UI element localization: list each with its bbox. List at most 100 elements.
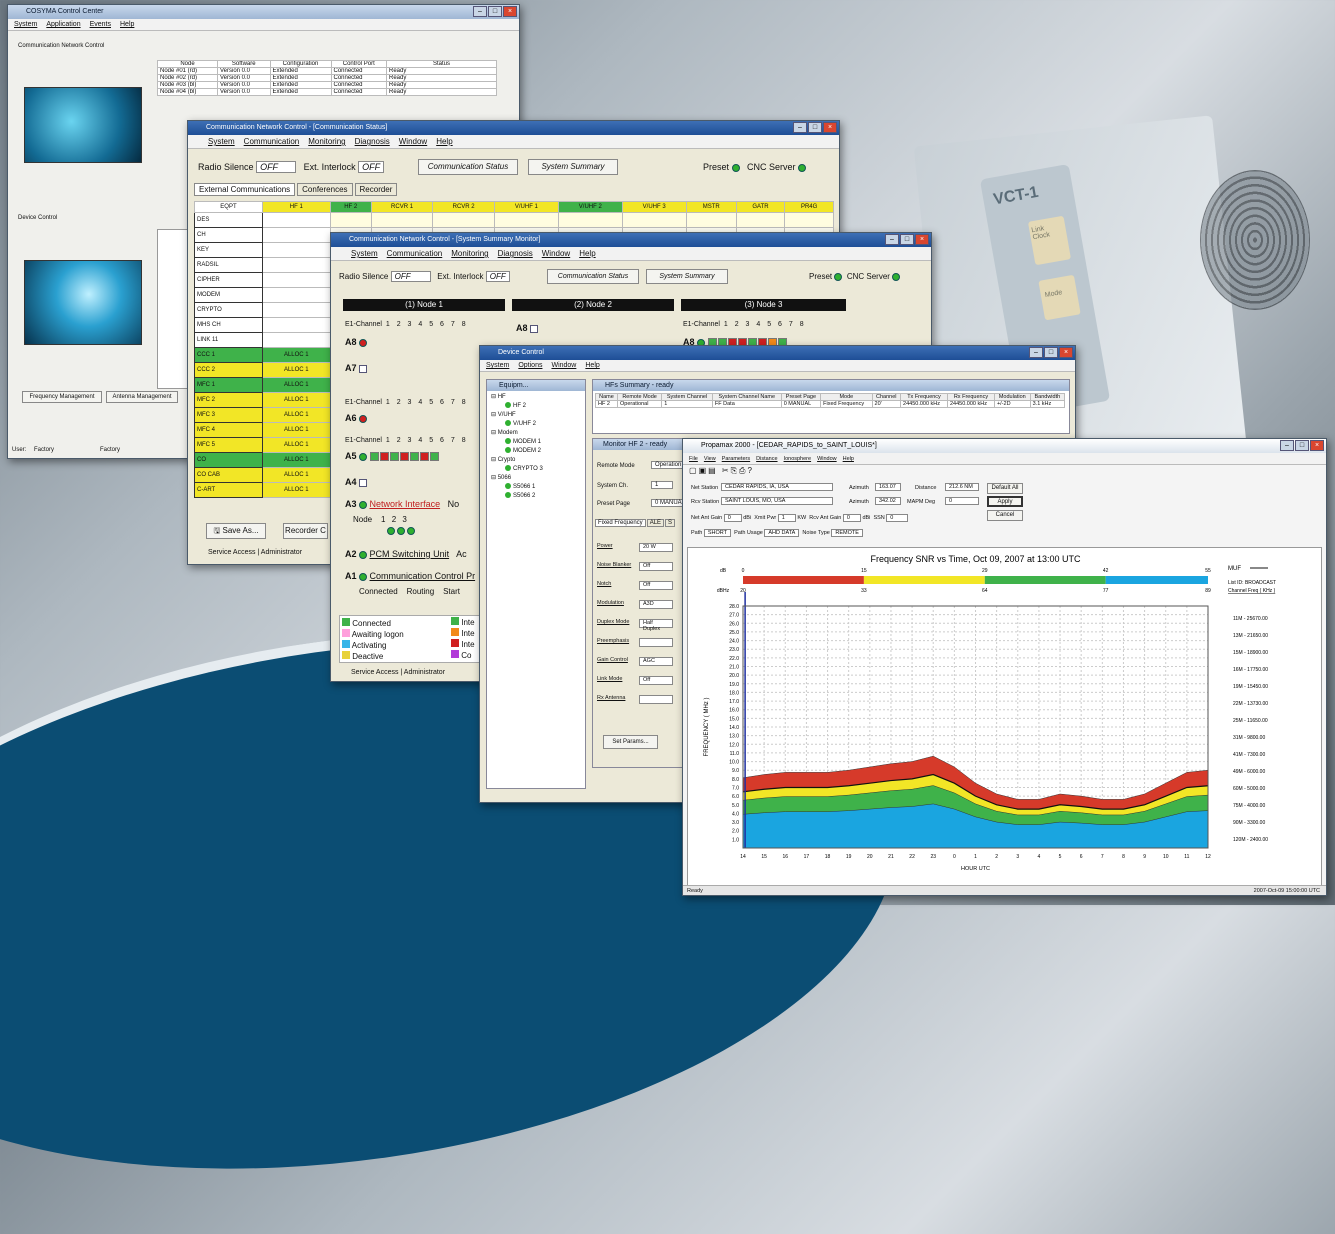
- table-row[interactable]: HF 2 Operational 1 FF Data 0 MANUAL Fixed Fre…: [595, 400, 1066, 408]
- maximize-button[interactable]: □: [1044, 347, 1058, 358]
- radio-silence-field[interactable]: OFF: [256, 161, 297, 173]
- node2-header[interactable]: (2) Node 2: [512, 299, 674, 311]
- menu-options[interactable]: Options: [518, 360, 542, 371]
- eqpt-col[interactable]: RCVR 1: [370, 201, 434, 213]
- menu-help[interactable]: Help: [843, 453, 854, 464]
- distance-field[interactable]: 212.6 NM: [945, 483, 979, 491]
- remote-mode-field[interactable]: Operation: [651, 461, 686, 469]
- propamax-window[interactable]: Propamax 2000 - [CEDAR_RAPIDS_to_SAINT_L…: [682, 438, 1327, 896]
- tree-item[interactable]: S5066 2: [491, 492, 581, 501]
- field-value[interactable]: AGC: [639, 657, 673, 666]
- copy-icon[interactable]: ⎘: [731, 466, 739, 475]
- field-value[interactable]: Off: [639, 676, 673, 685]
- tree-item[interactable]: MODEM 1: [491, 438, 581, 447]
- menu-communication[interactable]: Communication: [244, 135, 300, 148]
- hfs-col[interactable]: Modulation: [993, 393, 1031, 401]
- maximize-button[interactable]: □: [808, 122, 822, 133]
- tree-item[interactable]: HF 2: [491, 402, 581, 411]
- hfs-col[interactable]: Mode: [820, 393, 873, 401]
- hfs-col[interactable]: System Channel Name: [711, 393, 782, 401]
- net-station-field[interactable]: CEDAR RAPIDS, IA, USA: [721, 483, 833, 491]
- minimize-button[interactable]: –: [885, 234, 899, 245]
- minimize-button[interactable]: –: [1029, 347, 1043, 358]
- path-usage-select[interactable]: AHD DATA: [764, 529, 800, 537]
- menu-window[interactable]: Window: [551, 360, 576, 371]
- node1-header[interactable]: (1) Node 1: [343, 299, 505, 311]
- xmit-field[interactable]: 1: [777, 514, 796, 522]
- a8-box[interactable]: [530, 324, 539, 333]
- table-row[interactable]: Node #02 (rd) Version 0.0 Extended Connecte…: [157, 74, 497, 82]
- menu-system[interactable]: System: [486, 360, 509, 371]
- tree-item[interactable]: MODEM 2: [491, 447, 581, 456]
- hfs-col[interactable]: Name: [595, 393, 618, 401]
- field-value[interactable]: Off: [639, 562, 673, 571]
- cosyma-titlebar[interactable]: COSYMA Control Center – □ ×: [8, 5, 519, 19]
- communication-status-button[interactable]: Communication Status: [547, 269, 639, 284]
- col-config[interactable]: Configuration: [269, 60, 332, 68]
- a5-lamp[interactable]: [359, 452, 368, 461]
- tab-recorder[interactable]: Recorder: [354, 183, 398, 196]
- net-ant-field[interactable]: 0: [723, 514, 742, 522]
- hfs-col[interactable]: Channel: [871, 393, 902, 401]
- eqpt-col[interactable]: V/UHF 2: [557, 201, 623, 213]
- menu-help[interactable]: Help: [120, 19, 134, 30]
- hfs-col[interactable]: Bandwidth: [1029, 393, 1066, 401]
- cancel-button[interactable]: Cancel: [987, 510, 1023, 521]
- eqpt-col[interactable]: V/UHF 3: [621, 201, 687, 213]
- close-button[interactable]: ×: [915, 234, 929, 245]
- menu-events[interactable]: Events: [90, 19, 111, 30]
- menu-monitoring[interactable]: Monitoring: [308, 135, 345, 148]
- antenna-management-button[interactable]: Antenna Management: [106, 391, 178, 403]
- comm-status-titlebar[interactable]: Communication Network Control - [Communi…: [188, 121, 839, 135]
- hfs-col[interactable]: Remote Mode: [616, 393, 663, 401]
- monitor-titlebar[interactable]: Monitor HF 2 - ready: [593, 439, 691, 450]
- table-row[interactable]: DES: [194, 212, 834, 228]
- eqpt-col[interactable]: MSTR: [685, 201, 737, 213]
- menu-system[interactable]: System: [351, 247, 378, 260]
- noise-type-select[interactable]: REMOTE: [831, 529, 863, 537]
- device-titlebar[interactable]: Device Control – □ ×: [480, 346, 1075, 360]
- tab-external[interactable]: External Communications: [194, 183, 296, 196]
- default-all-button[interactable]: Default All: [987, 483, 1023, 494]
- hfs-col[interactable]: Tx Frequency: [900, 393, 948, 401]
- save-icon[interactable]: ▤: [708, 466, 718, 475]
- col-node[interactable]: Node: [157, 60, 218, 68]
- minimize-button[interactable]: –: [1280, 440, 1294, 451]
- new-icon[interactable]: ▢: [689, 466, 699, 475]
- menu-parameters[interactable]: Parameters: [722, 453, 750, 464]
- menu-application[interactable]: Application: [46, 19, 80, 30]
- menu-diagnosis[interactable]: Diagnosis: [498, 247, 533, 260]
- close-button[interactable]: ×: [503, 6, 517, 17]
- hfs-col[interactable]: System Channel: [661, 393, 713, 401]
- menu-help[interactable]: Help: [579, 247, 595, 260]
- menu-monitoring[interactable]: Monitoring: [451, 247, 488, 260]
- path-select[interactable]: SHORT: [703, 529, 732, 537]
- hfs-col[interactable]: Preset Page: [780, 393, 822, 401]
- col-port[interactable]: Control Port: [330, 60, 387, 68]
- network-interface-link[interactable]: Network Interface: [370, 499, 441, 509]
- recorder-button[interactable]: Recorder C: [283, 523, 328, 539]
- ccp-link[interactable]: Communication Control Pr: [370, 571, 476, 581]
- menu-communication[interactable]: Communication: [387, 247, 443, 260]
- field-value[interactable]: 20 W: [639, 543, 673, 552]
- field-value[interactable]: [639, 638, 673, 647]
- ssn-field[interactable]: 0: [886, 514, 909, 522]
- col-software[interactable]: Software: [217, 60, 271, 68]
- menu-ionosphere[interactable]: Ionosphere: [784, 453, 812, 464]
- apply-button[interactable]: Apply: [987, 496, 1023, 507]
- frequency-management-button[interactable]: Frequency Management: [22, 391, 102, 403]
- field-value[interactable]: Half Duplex: [639, 619, 673, 632]
- ext-interlock-field[interactable]: OFF: [358, 161, 385, 173]
- eqpt-col[interactable]: HF 1: [261, 201, 331, 213]
- set-params-button[interactable]: Set Params...: [603, 735, 658, 749]
- tree-item[interactable]: CRYPTO 3: [491, 465, 581, 474]
- maximize-button[interactable]: □: [488, 6, 502, 17]
- menu-file[interactable]: File: [689, 453, 698, 464]
- rcv-ant-field[interactable]: 0: [842, 514, 861, 522]
- eqpt-col[interactable]: HF 2: [329, 201, 372, 213]
- help-icon[interactable]: ?: [747, 466, 753, 475]
- minimize-button[interactable]: –: [473, 6, 487, 17]
- menu-system[interactable]: System: [208, 135, 235, 148]
- system-summary-button[interactable]: System Summary: [528, 159, 618, 175]
- propamax-titlebar[interactable]: Propamax 2000 - [CEDAR_RAPIDS_to_SAINT_L…: [683, 439, 1326, 453]
